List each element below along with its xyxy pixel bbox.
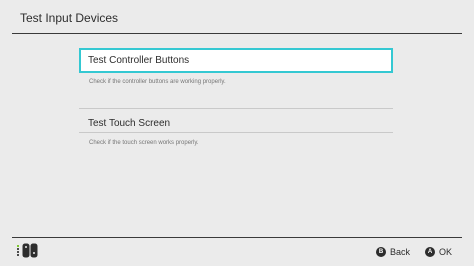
test-controller-buttons-option[interactable]: Test Controller Buttons [79, 48, 393, 73]
footer-divider [12, 237, 462, 238]
header-divider [12, 33, 462, 34]
ok-label: OK [439, 247, 453, 257]
option-description: Check if the touch screen works properly… [89, 140, 199, 146]
page-title: Test Input Devices [20, 11, 119, 25]
option-description: Check if the controller buttons are work… [89, 79, 226, 85]
a-button-icon: A [425, 247, 435, 257]
back-label: Back [390, 247, 411, 257]
joycon-icon [17, 243, 41, 258]
ok-button[interactable]: A OK [425, 246, 452, 258]
back-button[interactable]: B Back [376, 246, 410, 258]
option-label: Test Touch Screen [88, 118, 171, 129]
option-separator [79, 108, 393, 109]
player-indicator-icon [17, 245, 19, 256]
test-input-devices-screen: Test Input Devices Test Controller Butto… [0, 0, 474, 266]
option-separator [79, 132, 393, 133]
b-button-icon: B [376, 247, 386, 257]
option-label: Test Controller Buttons [88, 55, 190, 66]
joycon-pair-icon [22, 243, 38, 258]
